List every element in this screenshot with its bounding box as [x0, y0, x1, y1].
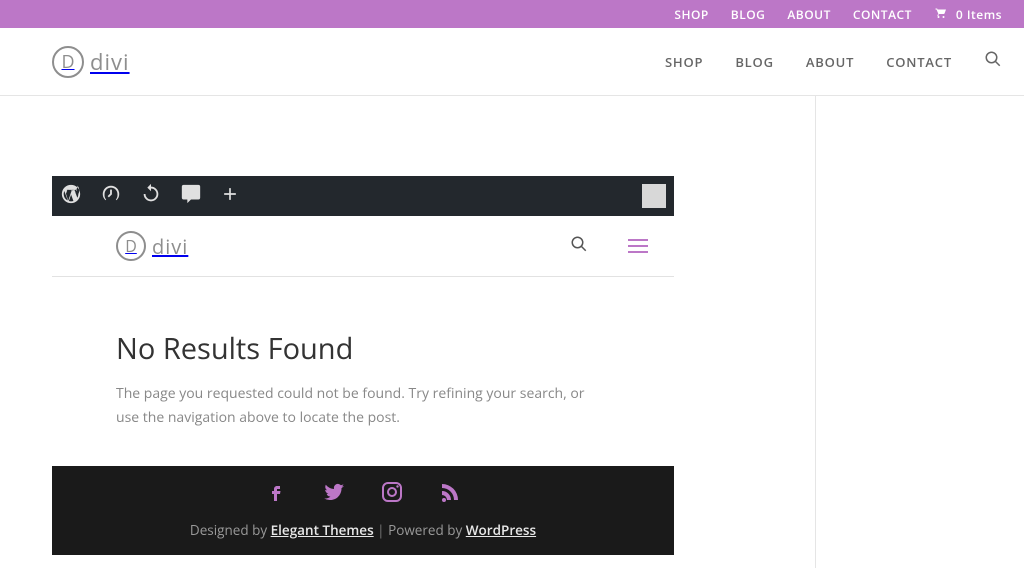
- wordpress-icon[interactable]: [60, 183, 82, 210]
- search-icon[interactable]: [984, 50, 1002, 73]
- plus-icon[interactable]: [220, 184, 240, 209]
- hamburger-icon[interactable]: [628, 239, 648, 253]
- wordpress-link[interactable]: WordPress: [466, 521, 536, 539]
- wp-admin-bar: [52, 176, 674, 216]
- header: D divi SHOP BLOG ABOUT CONTACT: [0, 28, 1024, 96]
- credit-sep: |: [374, 521, 388, 539]
- no-results-text: The page you requested could not be foun…: [116, 382, 610, 430]
- preview-search-icon[interactable]: [570, 235, 628, 258]
- comment-icon[interactable]: [180, 183, 202, 210]
- main-column: D divi No Results Found The page you req…: [0, 96, 815, 568]
- nav-link-shop[interactable]: SHOP: [665, 53, 703, 71]
- dashboard-icon[interactable]: [100, 183, 122, 210]
- preview-content: No Results Found The page you requested …: [52, 329, 674, 466]
- preview-footer: Designed by Elegant Themes | Powered by …: [52, 466, 674, 555]
- instagram-icon[interactable]: [380, 480, 404, 509]
- cart-link[interactable]: 0 Items: [934, 6, 1002, 23]
- logo-icon: D: [52, 46, 84, 78]
- nav-link-blog[interactable]: BLOG: [735, 53, 774, 71]
- no-results-title: No Results Found: [116, 329, 610, 368]
- user-avatar[interactable]: [642, 184, 666, 208]
- main-nav: SHOP BLOG ABOUT CONTACT: [665, 50, 1002, 73]
- topbar-link-contact[interactable]: CONTACT: [853, 6, 912, 23]
- embedded-preview: D divi No Results Found The page you req…: [52, 176, 674, 555]
- footer-credit: Designed by Elegant Themes | Powered by …: [52, 521, 674, 539]
- preview-header: D divi: [52, 216, 674, 276]
- cart-icon: [934, 6, 948, 23]
- social-row: [52, 480, 674, 509]
- topbar-link-blog[interactable]: BLOG: [731, 6, 766, 23]
- sidebar-column: [815, 96, 1024, 568]
- nav-link-about[interactable]: ABOUT: [806, 53, 854, 71]
- topbar-link-about[interactable]: ABOUT: [787, 6, 830, 23]
- topbar: SHOP BLOG ABOUT CONTACT 0 Items: [0, 0, 1024, 28]
- logo-text: divi: [90, 47, 130, 77]
- topbar-link-shop[interactable]: SHOP: [674, 6, 708, 23]
- twitter-icon[interactable]: [322, 480, 346, 509]
- preview-logo-icon: D: [116, 231, 146, 261]
- logo[interactable]: D divi: [52, 46, 130, 78]
- credit-prefix: Designed by: [190, 521, 271, 539]
- facebook-icon[interactable]: [264, 480, 288, 509]
- credit-powered: Powered by: [388, 521, 466, 539]
- nav-link-contact[interactable]: CONTACT: [886, 53, 952, 71]
- preview-logo-text: divi: [152, 233, 188, 260]
- rss-icon[interactable]: [438, 480, 462, 509]
- preview-logo[interactable]: D divi: [116, 231, 188, 261]
- refresh-icon[interactable]: [140, 183, 162, 210]
- cart-count-label: 0 Items: [956, 6, 1002, 23]
- page-body: D divi No Results Found The page you req…: [0, 96, 1024, 568]
- elegant-themes-link[interactable]: Elegant Themes: [271, 521, 374, 539]
